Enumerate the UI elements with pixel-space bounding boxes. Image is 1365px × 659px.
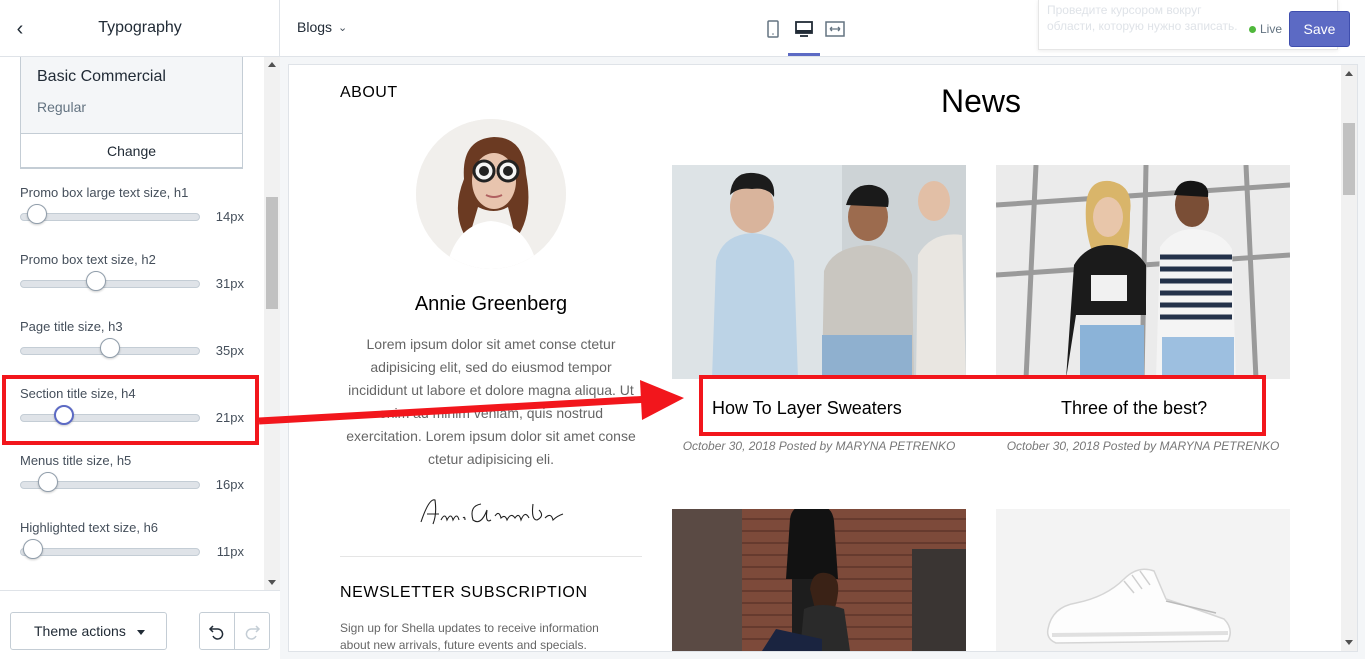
- undo-button[interactable]: [199, 612, 235, 650]
- sidebar-header: ‹ Typography: [0, 0, 280, 57]
- post-image-sneaker[interactable]: [996, 509, 1290, 651]
- undo-icon: [208, 625, 224, 640]
- scroll-down-arrow-icon[interactable]: [1345, 640, 1353, 645]
- slider-track[interactable]: [20, 548, 200, 556]
- annotation-highlight-titles: [699, 375, 1266, 436]
- desktop-view-icon[interactable]: [793, 18, 815, 40]
- slider-track[interactable]: [20, 280, 200, 288]
- font-style: Regular: [37, 99, 87, 115]
- post-meta: October 30, 2018 Posted by MARYNA PETREN…: [1006, 439, 1280, 453]
- scrollbar-thumb[interactable]: [266, 197, 278, 309]
- live-status-dot: [1249, 26, 1256, 33]
- setting-label: Promo box large text size, h1: [20, 185, 189, 200]
- fullscreen-view-icon[interactable]: [824, 18, 846, 40]
- setting-label: Promo box text size, h2: [20, 252, 156, 267]
- newsletter-text: Sign up for Shella updates to receive in…: [340, 621, 599, 651]
- slider-thumb[interactable]: [23, 539, 43, 559]
- save-button[interactable]: Save: [1289, 11, 1350, 47]
- slider-thumb[interactable]: [27, 204, 47, 224]
- slider-thumb[interactable]: [38, 472, 58, 492]
- caret-down-icon: [137, 630, 145, 635]
- sidebar-scrollbar[interactable]: [264, 57, 280, 590]
- slider-thumb[interactable]: [100, 338, 120, 358]
- change-font-button[interactable]: Change: [20, 133, 243, 168]
- setting-h5-size: Menus title size, h5 16px: [20, 453, 244, 513]
- theme-actions-label: Theme actions: [34, 623, 126, 639]
- sidebar-scroll-area: Basic Commercial Regular Change Promo bo…: [0, 57, 264, 590]
- page-select-dropdown[interactable]: Blogs: [297, 19, 332, 35]
- slider-value: 14px: [215, 209, 244, 224]
- post-meta: October 30, 2018 Posted by MARYNA PETREN…: [682, 439, 956, 453]
- author-bio: Lorem ipsum dolor sit amet conse ctetur …: [346, 336, 636, 467]
- font-name: Basic Commercial: [37, 68, 166, 85]
- about-heading: ABOUT: [340, 84, 398, 101]
- post-image-urban[interactable]: [672, 509, 966, 651]
- scroll-down-arrow-icon[interactable]: [268, 580, 276, 585]
- slider-track[interactable]: [20, 213, 200, 221]
- scroll-up-arrow-icon[interactable]: [1345, 71, 1353, 76]
- setting-label: Menus title size, h5: [20, 453, 132, 468]
- setting-h6-size: Highlighted text size, h6 11px: [20, 520, 244, 580]
- typography-sidebar: ‹ Typography Basic Commercial Regular Ch…: [0, 0, 280, 659]
- preview-scrollbar[interactable]: [1341, 65, 1357, 651]
- newsletter-heading: NEWSLETTER SUBSCRIPTION: [340, 584, 588, 601]
- setting-label: Page title size, h3: [20, 319, 123, 334]
- chevron-down-icon[interactable]: ⌄: [338, 21, 347, 34]
- setting-h2-size: Promo box text size, h2 31px: [20, 252, 244, 312]
- theme-actions-button[interactable]: Theme actions: [10, 612, 167, 650]
- post-image-three-best[interactable]: [996, 165, 1290, 379]
- post-image-layer-sweaters[interactable]: [672, 165, 966, 379]
- setting-h1-size: Promo box large text size, h1 14px: [20, 185, 244, 245]
- slider-value: 16px: [215, 477, 244, 492]
- author-signature: [415, 490, 575, 530]
- mobile-view-icon[interactable]: [762, 18, 784, 40]
- slider-thumb[interactable]: [86, 271, 106, 291]
- redo-icon: [245, 625, 261, 640]
- storefront-preview: ABOUT Annie Greenberg Lorem ipsum dolor …: [289, 65, 1357, 651]
- screen-capture-hint-text: Проведите курсором вокруг области, котор…: [1047, 3, 1238, 33]
- slider-value: 11px: [216, 544, 244, 559]
- section-divider: [340, 556, 642, 557]
- scroll-up-arrow-icon[interactable]: [268, 62, 276, 67]
- slider-value: 35px: [215, 343, 244, 358]
- annotation-highlight-setting: [2, 375, 259, 445]
- author-avatar: [416, 119, 566, 269]
- redo-button: [234, 612, 270, 650]
- sidebar-footer: Theme actions: [0, 590, 280, 659]
- scrollbar-thumb[interactable]: [1343, 123, 1355, 195]
- slider-value: 31px: [215, 276, 244, 291]
- news-heading: News: [940, 83, 1021, 119]
- sidebar-title: Typography: [98, 19, 182, 36]
- author-name: Annie Greenberg: [414, 293, 568, 315]
- setting-h3-size: Page title size, h3 35px: [20, 319, 244, 379]
- editor-topbar: Blogs ⌄ Проведите курсором вокруг област…: [280, 0, 1365, 57]
- live-status-label: Live: [1260, 22, 1283, 36]
- active-view-indicator: [788, 53, 820, 56]
- setting-label: Highlighted text size, h6: [20, 520, 159, 535]
